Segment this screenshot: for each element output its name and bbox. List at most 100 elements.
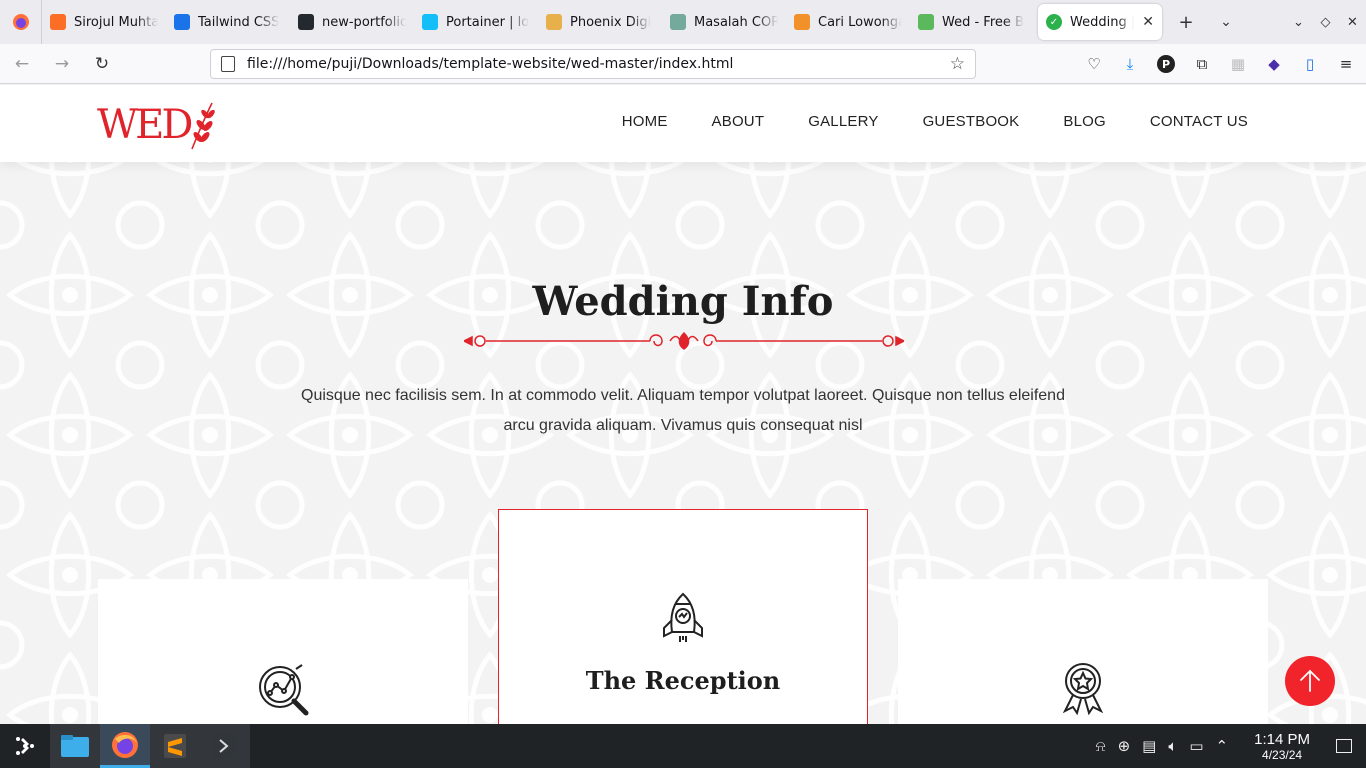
application-launcher[interactable] bbox=[0, 724, 50, 768]
tab-title: Portainer | lo bbox=[446, 14, 530, 30]
toolbar-extensions: ♡ ⤓ P ⧉ ▦ ◆ ▯ ≡ bbox=[1082, 52, 1358, 76]
tab-5[interactable]: Masalah COR bbox=[662, 0, 786, 44]
close-window-icon[interactable]: ✕ bbox=[1339, 15, 1366, 30]
portainer-icon bbox=[422, 14, 438, 30]
maximize-icon[interactable]: ◇ bbox=[1312, 15, 1339, 30]
card-title: The Reception bbox=[585, 666, 781, 695]
logo-text: WED bbox=[97, 102, 193, 148]
layers-extension-icon[interactable]: ◆ bbox=[1262, 52, 1286, 76]
tab-title: new-portfolio bbox=[322, 14, 406, 30]
tab-title: Tailwind CSS bbox=[198, 14, 280, 30]
tab-1[interactable]: Tailwind CSS bbox=[166, 0, 290, 44]
browser-tab-strip: Sirojul Muhta Tailwind CSS new-portfolio Po… bbox=[0, 0, 1366, 44]
firefox-icon bbox=[12, 14, 29, 30]
wedding-info-card-reception: The Reception bbox=[498, 509, 868, 724]
section-intro-text: Quisque nec facilisis sem. In at commodo… bbox=[301, 387, 1065, 434]
pocket-icon[interactable]: ♡ bbox=[1082, 52, 1106, 76]
wedding-info-card-1 bbox=[98, 579, 468, 724]
magnifier-chart-icon bbox=[259, 664, 309, 716]
clock-time: 1:14 PM bbox=[1254, 730, 1310, 748]
network-icon[interactable]: ▭ bbox=[1189, 737, 1203, 755]
browser-navigation-bar: ← → ↻ file:///home/puji/Downloads/templa… bbox=[0, 44, 1366, 84]
github-icon bbox=[298, 14, 314, 30]
page-icon bbox=[221, 56, 235, 72]
forward-button[interactable]: → bbox=[44, 46, 80, 82]
menu-item-gallery[interactable]: GALLERY bbox=[808, 113, 878, 130]
menu-item-contact-us[interactable]: CONTACT US bbox=[1150, 113, 1248, 130]
main-menu: HOME ABOUT GALLERY GUESTBOOK BLOG CONTACT US bbox=[622, 113, 1248, 130]
site-header: WED HOME ABOUT GALLERY GUESTBOOK BLOG CONTACT… bbox=[0, 85, 1366, 162]
sidebar-extension-icon[interactable]: ▯ bbox=[1298, 52, 1322, 76]
ornamental-divider bbox=[464, 331, 904, 350]
minimize-icon[interactable]: ⌄ bbox=[1285, 15, 1312, 30]
extensions-puzzle-icon[interactable]: ⧉ bbox=[1190, 52, 1214, 76]
tab-3[interactable]: Portainer | lo bbox=[414, 0, 538, 44]
tab-4[interactable]: Phoenix Digi bbox=[538, 0, 662, 44]
scroll-to-top-button[interactable] bbox=[1285, 656, 1335, 706]
tab-7[interactable]: Wed - Free B bbox=[910, 0, 1034, 44]
site-logo[interactable]: WED bbox=[97, 99, 216, 151]
clock[interactable]: 1:14 PM 4/23/24 bbox=[1254, 731, 1310, 762]
system-tray: ⍾ ⊕ ▤ 🔈︎ ▭ ⌃ 1:14 PM 4/23/24 bbox=[1096, 724, 1366, 768]
tab-title: Cari Lowonga bbox=[818, 14, 902, 30]
leaf-branch-icon bbox=[191, 102, 216, 150]
doc-icon bbox=[794, 14, 810, 30]
notifications-bell-icon[interactable]: ⍾ bbox=[1096, 737, 1106, 755]
taskbar-sublime-text[interactable] bbox=[150, 724, 200, 768]
close-tab-icon[interactable]: ✕ bbox=[1142, 14, 1154, 30]
menu-item-home[interactable]: HOME bbox=[622, 113, 668, 130]
taskbar-terminal[interactable] bbox=[200, 724, 250, 768]
tab-2[interactable]: new-portfolio bbox=[290, 0, 414, 44]
clock-date: 4/23/24 bbox=[1262, 747, 1303, 762]
p-extension-icon[interactable]: P bbox=[1154, 52, 1178, 76]
chatgpt-icon bbox=[670, 14, 686, 30]
folder-icon bbox=[61, 735, 89, 757]
sublime-text-icon bbox=[164, 734, 186, 758]
window-controls: ⌄ ◇ ✕ bbox=[1285, 15, 1366, 30]
check-icon: ✓ bbox=[1046, 14, 1062, 30]
back-button[interactable]: ← bbox=[4, 46, 40, 82]
download-icon[interactable]: ⤓ bbox=[1118, 52, 1142, 76]
tab-0[interactable]: Sirojul Muhta bbox=[42, 0, 166, 44]
leaf-icon bbox=[918, 14, 934, 30]
list-all-tabs-button[interactable]: ⌄ bbox=[1206, 0, 1246, 44]
reload-button[interactable]: ↻ bbox=[84, 46, 120, 82]
play-icon bbox=[174, 14, 190, 30]
show-desktop-icon[interactable] bbox=[1336, 739, 1352, 753]
tab-title: Phoenix Digi bbox=[570, 14, 652, 30]
tab-active-wedding[interactable]: ✓ Wedding | ✕ bbox=[1038, 4, 1162, 40]
url-bar[interactable]: file:///home/puji/Downloads/template-web… bbox=[210, 49, 976, 79]
tab-title: Wedding | bbox=[1070, 14, 1135, 30]
section-title: Wedding Info bbox=[532, 278, 834, 325]
grid-extension-icon[interactable]: ▦ bbox=[1226, 52, 1250, 76]
web-page: WED HOME ABOUT GALLERY GUESTBOOK BLOG CONTACT… bbox=[0, 85, 1366, 724]
rocket-icon bbox=[663, 592, 703, 642]
menu-item-blog[interactable]: BLOG bbox=[1063, 113, 1105, 130]
url-text: file:///home/puji/Downloads/template-web… bbox=[247, 56, 734, 72]
terminal-icon bbox=[212, 734, 238, 758]
new-tab-button[interactable]: + bbox=[1166, 0, 1206, 44]
bookmark-star-icon[interactable]: ☆ bbox=[950, 54, 965, 74]
menu-hamburger-icon[interactable]: ≡ bbox=[1334, 52, 1358, 76]
award-badge-icon bbox=[1062, 663, 1104, 715]
arrow-up-icon bbox=[1300, 669, 1320, 692]
tab-title: Sirojul Muhta bbox=[74, 14, 158, 30]
firefox-icon bbox=[112, 731, 138, 758]
tab-title: Masalah COR bbox=[694, 14, 778, 30]
taskbar-firefox[interactable] bbox=[100, 724, 150, 768]
phoenix-icon bbox=[546, 14, 562, 30]
wedding-info-card-3 bbox=[898, 579, 1268, 724]
clipboard-icon[interactable]: ▤ bbox=[1142, 737, 1156, 755]
firefox-view-button[interactable] bbox=[0, 0, 42, 44]
gitlab-icon bbox=[50, 14, 66, 30]
volume-icon[interactable]: 🔈︎ bbox=[1168, 737, 1177, 755]
system-taskbar: ⍾ ⊕ ▤ 🔈︎ ▭ ⌃ 1:14 PM 4/23/24 bbox=[0, 724, 1366, 768]
taskbar-file-manager[interactable] bbox=[50, 724, 100, 768]
updates-icon[interactable]: ⊕ bbox=[1118, 737, 1131, 755]
menu-item-about[interactable]: ABOUT bbox=[712, 113, 765, 130]
tab-title: Wed - Free B bbox=[942, 14, 1024, 30]
launcher-icon bbox=[16, 737, 34, 755]
show-hidden-icons-chevron[interactable]: ⌃ bbox=[1216, 737, 1229, 755]
menu-item-guestbook[interactable]: GUESTBOOK bbox=[923, 113, 1020, 130]
tab-6[interactable]: Cari Lowonga bbox=[786, 0, 910, 44]
